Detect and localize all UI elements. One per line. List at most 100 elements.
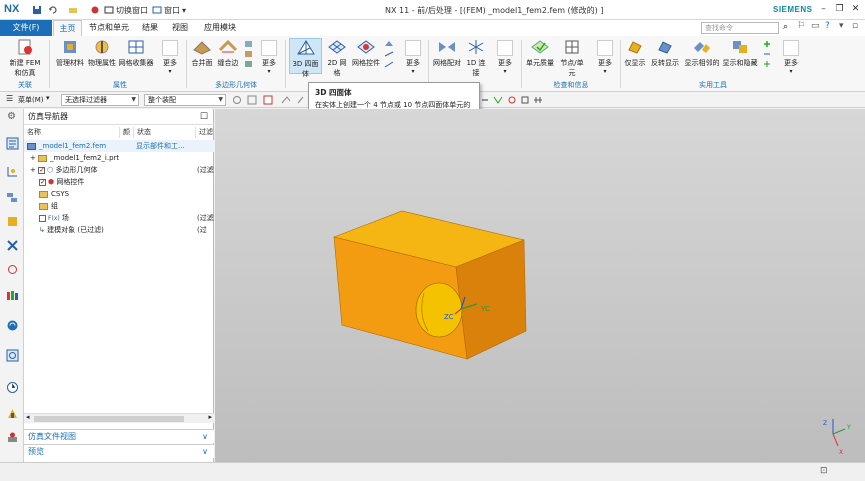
undo-icon[interactable]: [48, 5, 58, 15]
panel-maximize-icon[interactable]: ☐: [200, 109, 208, 125]
assembly-scope-select[interactable]: 整个装配: [144, 94, 226, 106]
selection-tool-icons[interactable]: [232, 95, 307, 105]
column-header-name[interactable]: 名称: [24, 127, 120, 138]
stitch-edge-button[interactable]: 缝合边: [216, 38, 240, 74]
expand-icon[interactable]: +: [30, 154, 36, 162]
tab-view[interactable]: 视图: [168, 20, 192, 36]
mesh-mating-button[interactable]: 网格配对: [432, 38, 462, 74]
system-materials-icon[interactable]: [6, 431, 19, 444]
tab-results[interactable]: 结果: [138, 20, 162, 36]
more-button-check[interactable]: 更多 ▾: [594, 38, 616, 75]
toolbar-options-icon[interactable]: ⚐: [797, 21, 805, 31]
palette-icon[interactable]: [6, 289, 19, 302]
window-icon[interactable]: [152, 5, 162, 15]
tooltip-title: 3D 四面体: [315, 88, 352, 97]
tab-nodes-elements[interactable]: 节点和单元: [86, 20, 132, 36]
chevron-down-icon[interactable]: ▾: [182, 6, 186, 15]
snap-tool-icons[interactable]: [480, 95, 550, 105]
expand-icon[interactable]: +: [30, 166, 36, 174]
model-view[interactable]: ZC YC Z Y X: [215, 109, 865, 462]
menu-dropdown[interactable]: 菜单(M): [18, 95, 44, 105]
physical-properties-button[interactable]: 物理属性: [87, 38, 117, 74]
3d-tetrahedral-button[interactable]: 3D 四面体: [289, 38, 322, 78]
file-menu-button[interactable]: 文件(F): [0, 20, 52, 36]
tree-row-polygon-geometry[interactable]: + ⬡ 多边形几何体 (过滤: [24, 164, 214, 176]
reverse-display-icon: [658, 41, 672, 54]
more-button-connection[interactable]: 更多 ▾: [494, 38, 516, 75]
more-button-mesh[interactable]: 更多 ▾: [402, 38, 424, 75]
scroll-right-icon[interactable]: ▸: [208, 413, 212, 421]
column-header-color[interactable]: 颜: [120, 127, 134, 138]
command-search-input[interactable]: 查找命令: [701, 22, 779, 34]
switch-window-button[interactable]: 切换窗口: [116, 5, 148, 16]
tree-row-modeling-objects[interactable]: ↳ 建模对象 (已过滤) (过: [24, 224, 214, 236]
merge-face-button[interactable]: 合并面: [190, 38, 214, 74]
visibility-checkbox[interactable]: [38, 164, 46, 176]
show-hide-button[interactable]: 显示和隐藏: [722, 38, 758, 74]
tree-row-mesh-control[interactable]: ⬢ 网格控件: [24, 176, 214, 188]
tree-row-csys[interactable]: CSYS: [24, 188, 214, 200]
menu-icon[interactable]: ☰: [6, 94, 13, 103]
visibility-checkbox[interactable]: [39, 214, 46, 222]
simulation-navigator-icon[interactable]: [6, 137, 19, 150]
element-quality-button[interactable]: 单元质量: [525, 38, 555, 74]
roles-icon[interactable]: [6, 407, 19, 420]
web-browser-icon[interactable]: [6, 319, 19, 332]
tab-application[interactable]: 应用模块: [200, 20, 240, 36]
switch-window-icon[interactable]: [104, 5, 114, 15]
scroll-left-icon[interactable]: ◂: [26, 413, 30, 421]
accordion-sim-file-view[interactable]: 仿真文件视图 ∨: [24, 429, 214, 443]
column-header-filter[interactable]: 过滤: [196, 127, 214, 138]
ribbon-min-icon[interactable]: ▾: [839, 21, 844, 31]
search-icon[interactable]: ⌕: [783, 22, 788, 32]
ribbon-collapse-icon[interactable]: ▭: [811, 21, 820, 31]
gear-icon[interactable]: ⚙: [7, 111, 16, 122]
visibility-checkbox[interactable]: [39, 176, 46, 188]
tree-row-idealized-part[interactable]: + _model1_fem2_i.prt: [24, 152, 214, 164]
window-menu-button[interactable]: 窗口: [164, 5, 180, 16]
chevron-down-icon: ▾: [411, 68, 415, 75]
part-hole[interactable]: [415, 282, 463, 338]
show-only-button[interactable]: 仅显示: [623, 38, 647, 74]
help-icon[interactable]: ?: [825, 21, 830, 31]
accordion-preview[interactable]: 预览 ∨: [24, 444, 214, 458]
more-button-utilities[interactable]: 更多 ▾: [780, 38, 802, 75]
column-header-state[interactable]: 状态: [134, 127, 196, 138]
clock-icon[interactable]: [6, 381, 19, 394]
minimize-button[interactable]: –: [818, 4, 829, 15]
reuse-library-icon[interactable]: [6, 263, 19, 276]
assembly-navigator-icon[interactable]: [6, 215, 19, 228]
2d-mesh-button[interactable]: 2D 网格: [324, 38, 350, 77]
new-fem-sim-button[interactable]: 新建 FEM 和仿真: [6, 38, 44, 77]
graphics-viewport[interactable]: ZC YC Z Y X: [215, 109, 865, 462]
nodes-elements-info-button[interactable]: 节点/单元: [557, 38, 587, 77]
tree-row-fields[interactable]: F(x) 场 (过滤: [24, 212, 214, 224]
more-button-properties[interactable]: 更多 ▾: [159, 38, 181, 75]
fullscreen-icon[interactable]: ⊡: [820, 466, 828, 476]
more-button-geometry[interactable]: 更多 ▾: [258, 38, 280, 75]
selection-filter-select[interactable]: 无选择过滤器: [61, 94, 139, 106]
horizontal-scrollbar[interactable]: ◂ ▸: [24, 413, 214, 423]
fem-tree-icon[interactable]: [6, 165, 19, 178]
part-navigator-icon[interactable]: [6, 191, 19, 204]
scrollbar-thumb[interactable]: [34, 416, 184, 422]
show-adjacent-button[interactable]: 显示相邻的: [684, 38, 720, 74]
history-icon[interactable]: [6, 349, 19, 362]
ribbon-close-icon[interactable]: ▫: [852, 21, 858, 31]
mesh-control-button[interactable]: 网格控件: [352, 38, 380, 74]
open-icon[interactable]: [68, 5, 78, 15]
save-icon[interactable]: [32, 5, 42, 15]
chevron-down-icon[interactable]: ▾: [46, 94, 50, 102]
tree-row-groups[interactable]: 组: [24, 200, 214, 212]
tab-home[interactable]: 主页: [53, 20, 82, 36]
tree-row-fem[interactable]: _model1_fem2.fem 显示部件和工...: [24, 140, 214, 152]
restore-button[interactable]: ❐: [834, 4, 845, 15]
close-button[interactable]: ✕: [850, 4, 861, 15]
repeat-command-icon[interactable]: [90, 5, 100, 15]
manage-materials-button[interactable]: 管理材料: [55, 38, 85, 74]
constraint-navigator-icon[interactable]: [6, 239, 19, 252]
mesh-collector-button[interactable]: 网格收集器: [118, 38, 154, 74]
reverse-display-button[interactable]: 反转显示: [649, 38, 681, 74]
group-label-associate: 关联: [18, 81, 32, 89]
1d-connection-button[interactable]: 1D 连接: [463, 38, 489, 77]
